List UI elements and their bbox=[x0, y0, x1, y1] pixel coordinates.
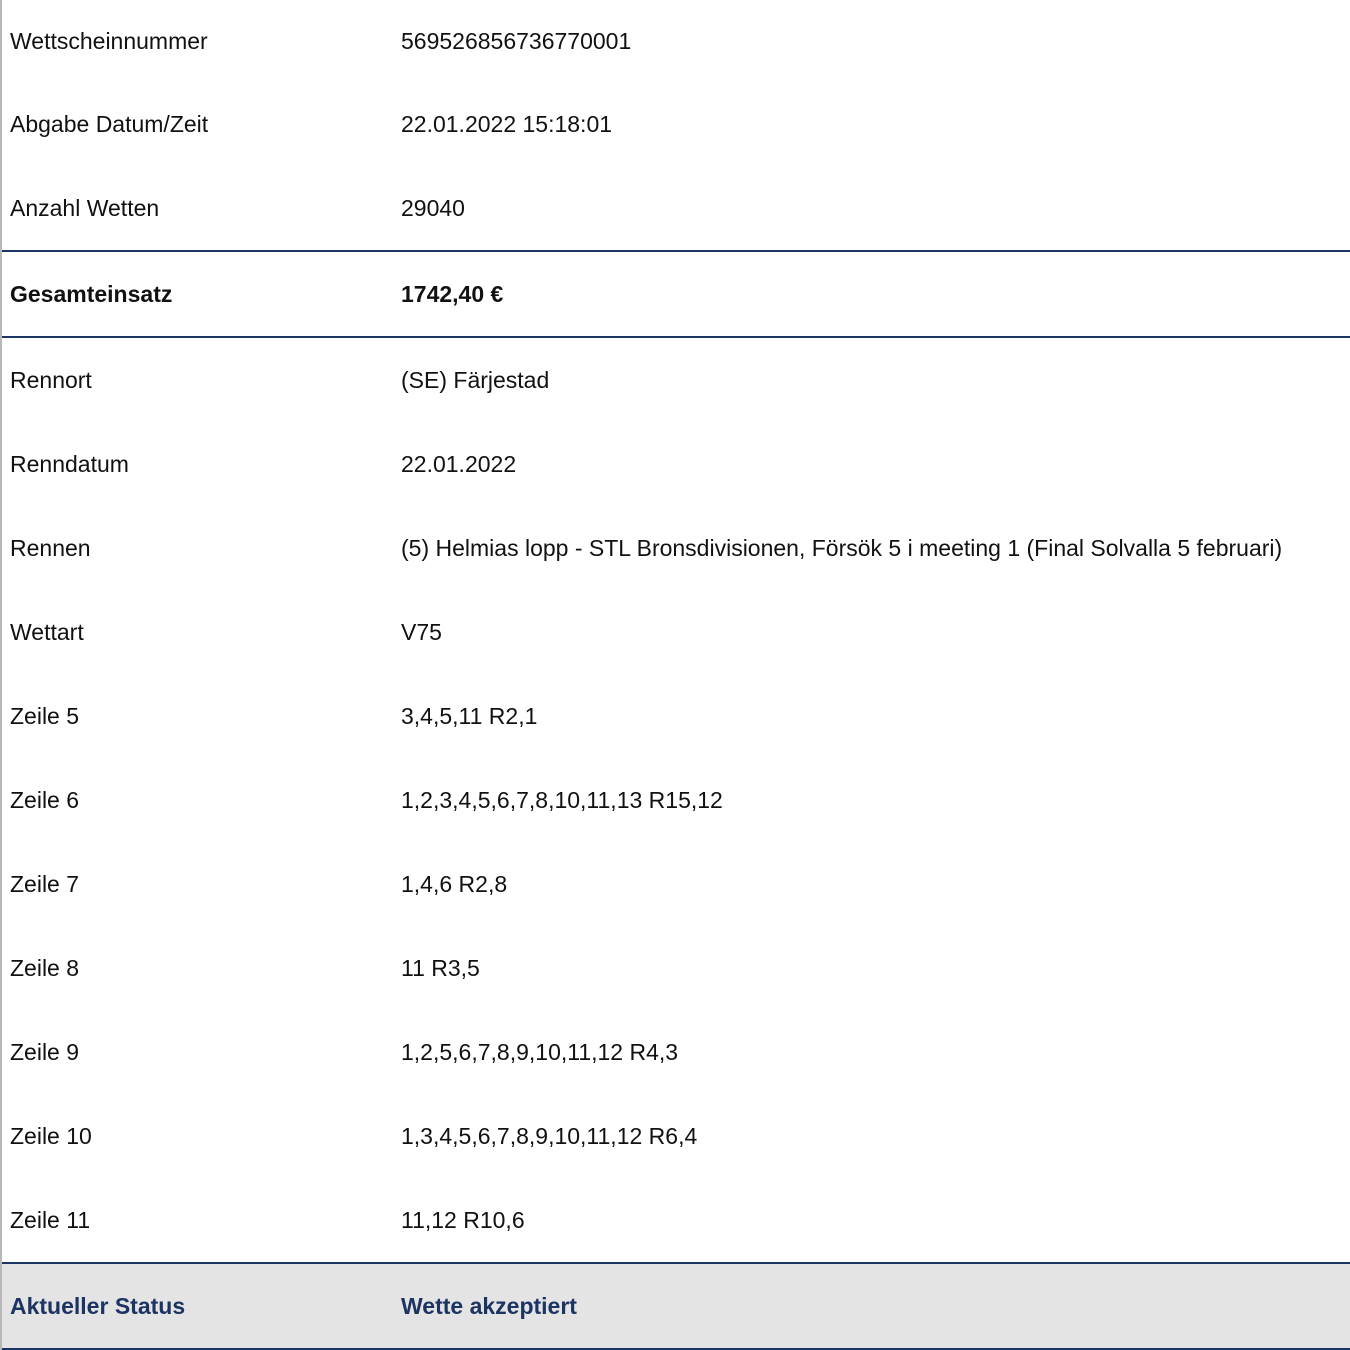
line-6-value: 1,2,3,4,5,6,7,8,10,11,13 R15,12 bbox=[401, 786, 723, 813]
line-7-value: 1,4,6 R2,8 bbox=[401, 870, 508, 897]
line-11-label: Zeile 11 bbox=[10, 1206, 91, 1233]
race-date-label: Renndatum bbox=[10, 450, 129, 477]
line-8-label: Zeile 8 bbox=[10, 954, 80, 981]
line-9-label: Zeile 9 bbox=[10, 1038, 80, 1065]
bet-type-value: V75 bbox=[401, 618, 442, 645]
total-stake-value: 1742,40 € bbox=[401, 280, 504, 307]
line-5-row: Zeile 5 3,4,5,11 R2,1 bbox=[2, 674, 1350, 758]
race-location-label: Rennort bbox=[10, 366, 92, 393]
line-6-row: Zeile 6 1,2,3,4,5,6,7,8,10,11,13 R15,12 bbox=[2, 758, 1350, 842]
line-10-row: Zeile 10 1,3,4,5,6,7,8,9,10,11,12 R6,4 bbox=[2, 1094, 1350, 1178]
current-status-label: Aktueller Status bbox=[10, 1292, 186, 1319]
bet-count-row: Anzahl Wetten 29040 bbox=[2, 166, 1350, 250]
submission-datetime-label: Abgabe Datum/Zeit bbox=[10, 110, 209, 137]
line-5-label: Zeile 5 bbox=[10, 702, 80, 729]
total-stake-label: Gesamteinsatz bbox=[10, 280, 173, 307]
bet-type-row: Wettart V75 bbox=[2, 590, 1350, 674]
line-10-value: 1,3,4,5,6,7,8,9,10,11,12 R6,4 bbox=[401, 1122, 698, 1149]
total-stake-row: Gesamteinsatz 1742,40 € bbox=[2, 250, 1350, 338]
race-name-label: Rennen bbox=[10, 534, 91, 561]
submission-datetime-row: Abgabe Datum/Zeit 22.01.2022 15:18:01 bbox=[2, 82, 1350, 166]
line-6-label: Zeile 6 bbox=[10, 786, 80, 813]
line-8-value: 11 R3,5 bbox=[401, 954, 480, 981]
race-name-row: Rennen (5) Helmias lopp - STL Bronsdivis… bbox=[2, 506, 1350, 590]
bet-count-value: 29040 bbox=[401, 194, 465, 221]
line-11-row: Zeile 11 11,12 R10,6 bbox=[2, 1178, 1350, 1262]
current-status-row: Aktueller Status Wette akzeptiert bbox=[2, 1262, 1350, 1350]
ticket-number-row: Wettscheinnummer 569526856736770001 bbox=[2, 0, 1350, 82]
line-9-value: 1,2,5,6,7,8,9,10,11,12 R4,3 bbox=[401, 1038, 679, 1065]
bet-count-label: Anzahl Wetten bbox=[10, 194, 160, 221]
bet-ticket: Wettscheinnummer 569526856736770001 Abga… bbox=[0, 0, 1350, 1350]
ticket-number-value: 569526856736770001 bbox=[401, 27, 632, 54]
race-location-value: (SE) Färjestad bbox=[401, 366, 550, 393]
line-11-value: 11,12 R10,6 bbox=[401, 1206, 525, 1233]
race-date-row: Renndatum 22.01.2022 bbox=[2, 422, 1350, 506]
line-7-row: Zeile 7 1,4,6 R2,8 bbox=[2, 842, 1350, 926]
line-9-row: Zeile 9 1,2,5,6,7,8,9,10,11,12 R4,3 bbox=[2, 1010, 1350, 1094]
line-7-label: Zeile 7 bbox=[10, 870, 80, 897]
ticket-number-label: Wettscheinnummer bbox=[10, 27, 208, 54]
current-status-value: Wette akzeptiert bbox=[401, 1292, 577, 1319]
line-8-row: Zeile 8 11 R3,5 bbox=[2, 926, 1350, 1010]
line-5-value: 3,4,5,11 R2,1 bbox=[401, 702, 538, 729]
submission-datetime-value: 22.01.2022 15:18:01 bbox=[401, 110, 613, 137]
race-date-value: 22.01.2022 bbox=[401, 450, 517, 477]
line-10-label: Zeile 10 bbox=[10, 1122, 92, 1149]
race-name-value: (5) Helmias lopp - STL Bronsdivisionen, … bbox=[401, 534, 1283, 561]
race-location-row: Rennort (SE) Färjestad bbox=[2, 338, 1350, 422]
bet-type-label: Wettart bbox=[10, 618, 84, 645]
